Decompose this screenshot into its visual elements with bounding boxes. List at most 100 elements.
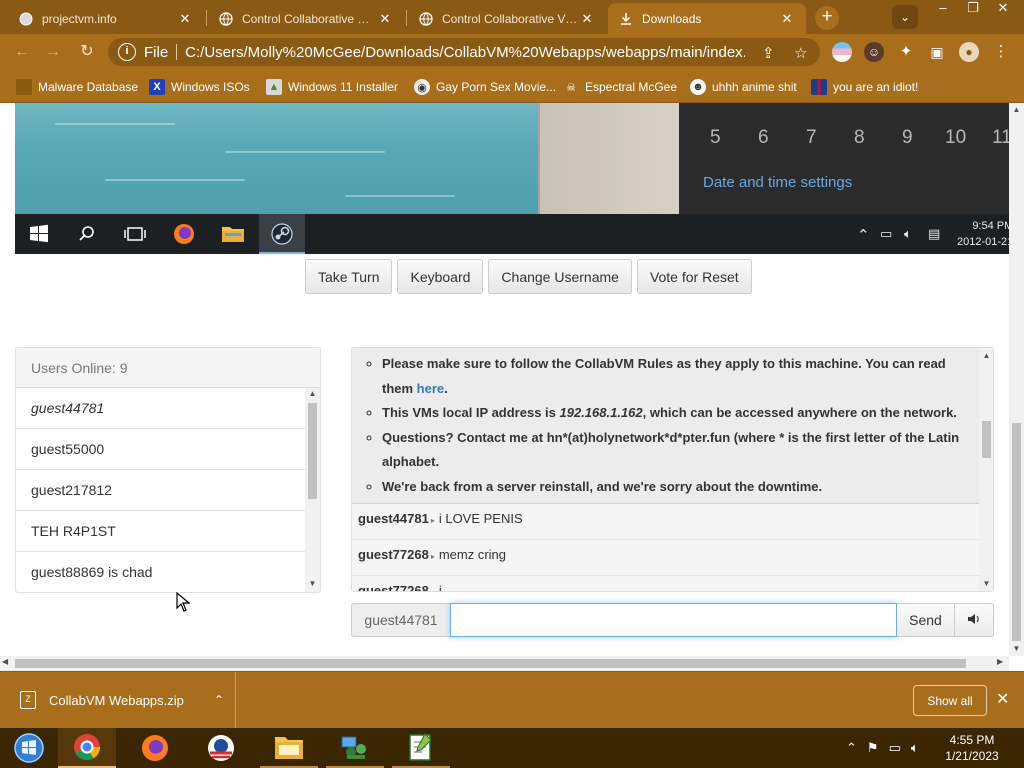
chat-username[interactable]: guest77268 [358,583,429,591]
volume-icon[interactable]: 🔈︎ [911,740,919,756]
volume-icon[interactable]: 🔈︎ [904,226,912,242]
calendar-day[interactable]: 8 [854,127,865,149]
extension-flag-icon[interactable] [832,42,852,62]
minimize-window-icon[interactable]: – [928,0,958,18]
calendar-day[interactable]: 11 [992,127,1009,149]
restore-window-icon[interactable]: ❐ [958,0,988,18]
windows-start-icon[interactable] [25,220,53,248]
page-vertical-scrollbar[interactable]: ▲ ▼ [1009,103,1024,656]
chat-scrollbar[interactable]: ▲ ▼ [979,348,993,591]
bookmark-malware-database[interactable]: Malware Database [16,77,138,97]
tab-search-button[interactable]: ⌄ [892,5,918,29]
close-window-icon[interactable]: ✕ [988,0,1018,18]
close-tab-icon[interactable]: ✕ [578,11,596,27]
bookmark-anime[interactable]: ☻ uhhh anime shit [690,77,797,97]
show-hidden-icons-chevron[interactable]: ⌃ [857,226,870,244]
scroll-up-arrow-icon[interactable]: ▲ [979,350,993,362]
show-hidden-icons-chevron[interactable]: ⌃ [846,740,857,756]
scroll-up-arrow-icon[interactable]: ▲ [305,388,320,400]
tab-collabvm-1[interactable]: Control Collaborative Virtual Machines! … [208,3,404,34]
action-center-icon[interactable]: ▤ [928,226,940,242]
calendar-day[interactable]: 7 [806,127,817,149]
tab-projectvm[interactable]: projectvm.info ✕ [8,3,204,34]
menu-kebab-icon[interactable]: ⋮ [991,42,1011,62]
network-icon[interactable]: ▭ [880,226,892,242]
notepad-plus-plus-icon[interactable] [392,728,450,768]
keyboard-button[interactable]: Keyboard [397,259,484,294]
scroll-up-arrow-icon[interactable]: ▲ [1009,104,1024,116]
bookmark-espectral-mcgee[interactable]: ☠ Espectral McGee [563,77,677,97]
forward-arrow-icon[interactable]: → [42,42,64,62]
start-orb-icon[interactable] [0,728,58,768]
bookmark-star-icon[interactable]: ☆ [794,44,807,62]
calendar-day[interactable]: 10 [945,127,966,149]
vote-for-reset-button[interactable]: Vote for Reset [636,259,752,294]
users-scrollbar[interactable]: ▲ ▼ [305,388,320,592]
scrollbar-thumb[interactable] [1012,423,1021,641]
network-icon[interactable]: ▭ [889,740,901,756]
address-bar[interactable]: i File C:/Users/Molly%20McGee/Downloads/… [108,38,820,66]
share-icon[interactable]: ⇪ [762,44,775,62]
obama-logo-icon[interactable] [192,728,250,768]
url-text[interactable]: C:/Users/Molly%20McGee/Downloads/CollabV… [185,44,745,61]
bookmark-you-are-an-idiot[interactable]: you are an idiot! [811,77,918,97]
calendar-day[interactable]: 5 [710,127,721,149]
date-time-settings-link[interactable]: Date and time settings [703,174,852,191]
extension-avatar-icon[interactable]: ☺ [864,42,884,62]
page-horizontal-scrollbar[interactable]: ◀ ▶ [0,656,1009,671]
new-tab-button[interactable]: + [815,6,839,30]
extensions-puzzle-icon[interactable]: ✦ [896,42,916,62]
scroll-down-arrow-icon[interactable]: ▼ [979,578,993,590]
user-list-item[interactable]: guest217812 [16,470,305,511]
back-arrow-icon[interactable]: ← [11,42,33,62]
scrollbar-thumb[interactable] [308,403,317,499]
search-icon[interactable] [73,220,101,248]
profile-avatar-icon[interactable]: ● [959,42,979,62]
firefox-icon[interactable] [126,728,184,768]
bookmark-windows-11-installer[interactable]: ▲ Windows 11 Installer [266,77,398,97]
side-panel-icon[interactable]: ▣ [927,42,947,62]
scrollbar-thumb[interactable] [982,421,991,458]
close-tab-icon[interactable]: ✕ [376,11,394,27]
close-tab-icon[interactable]: ✕ [778,11,796,27]
chat-username[interactable]: guest44781 [358,511,429,526]
reload-icon[interactable]: ↻ [76,42,98,62]
tab-collabvm-2[interactable]: Control Collaborative Virtual Machines! … [408,3,606,34]
take-turn-button[interactable]: Take Turn [305,259,393,294]
send-button[interactable]: Send [897,603,955,637]
calendar-day[interactable]: 6 [758,127,769,149]
scroll-left-arrow-icon[interactable]: ◀ [2,657,8,666]
tab-downloads[interactable]: Downloads ✕ [608,3,806,34]
flag-icon[interactable]: ⚑ [867,740,879,756]
bookmark-movie[interactable]: ◉ Gay Porn Sex Movie... [414,77,556,97]
file-explorer-icon[interactable] [260,728,318,768]
scroll-right-arrow-icon[interactable]: ▶ [997,657,1003,666]
scroll-down-arrow-icon[interactable]: ▼ [305,578,320,590]
chevron-up-icon[interactable]: ⌃ [214,693,224,707]
steam-taskbar-button[interactable] [259,214,305,254]
chrome-icon[interactable] [58,728,116,768]
close-downloads-bar-icon[interactable]: ✕ [996,689,1009,709]
file-explorer-icon[interactable] [219,220,247,248]
show-all-downloads-button[interactable]: Show all [913,685,987,716]
calendar-day[interactable]: 9 [902,127,913,149]
network-people-icon[interactable] [326,728,384,768]
sound-toggle-button[interactable] [955,603,994,637]
user-list-item[interactable]: TEH R4P1ST [16,511,305,552]
task-view-icon[interactable] [121,220,149,248]
user-list-item[interactable]: guest44781 [16,388,305,429]
bookmark-windows-isos[interactable]: X Windows ISOs [149,77,250,97]
site-info-icon[interactable]: i [118,43,136,61]
download-item[interactable]: Z CollabVM Webapps.zip ⌃ [0,672,236,728]
scroll-down-arrow-icon[interactable]: ▼ [1009,643,1024,655]
vm-display[interactable]: 5 6 7 8 9 10 11 Date and time settings ⌃ [15,103,1009,254]
host-clock[interactable]: 4:55 PM 1/21/2023 [944,732,1000,764]
user-list-item[interactable]: guest55000 [16,429,305,470]
chat-username[interactable]: guest77268 [358,547,429,562]
user-list-item[interactable]: guest88869 is chad [16,552,305,592]
vm-clock[interactable]: 9:54 PM 2012-01-21 [957,218,1009,250]
scrollbar-thumb[interactable] [15,659,966,668]
rules-here-link[interactable]: here [417,381,444,396]
close-tab-icon[interactable]: ✕ [176,11,194,27]
firefox-icon[interactable] [170,220,198,248]
